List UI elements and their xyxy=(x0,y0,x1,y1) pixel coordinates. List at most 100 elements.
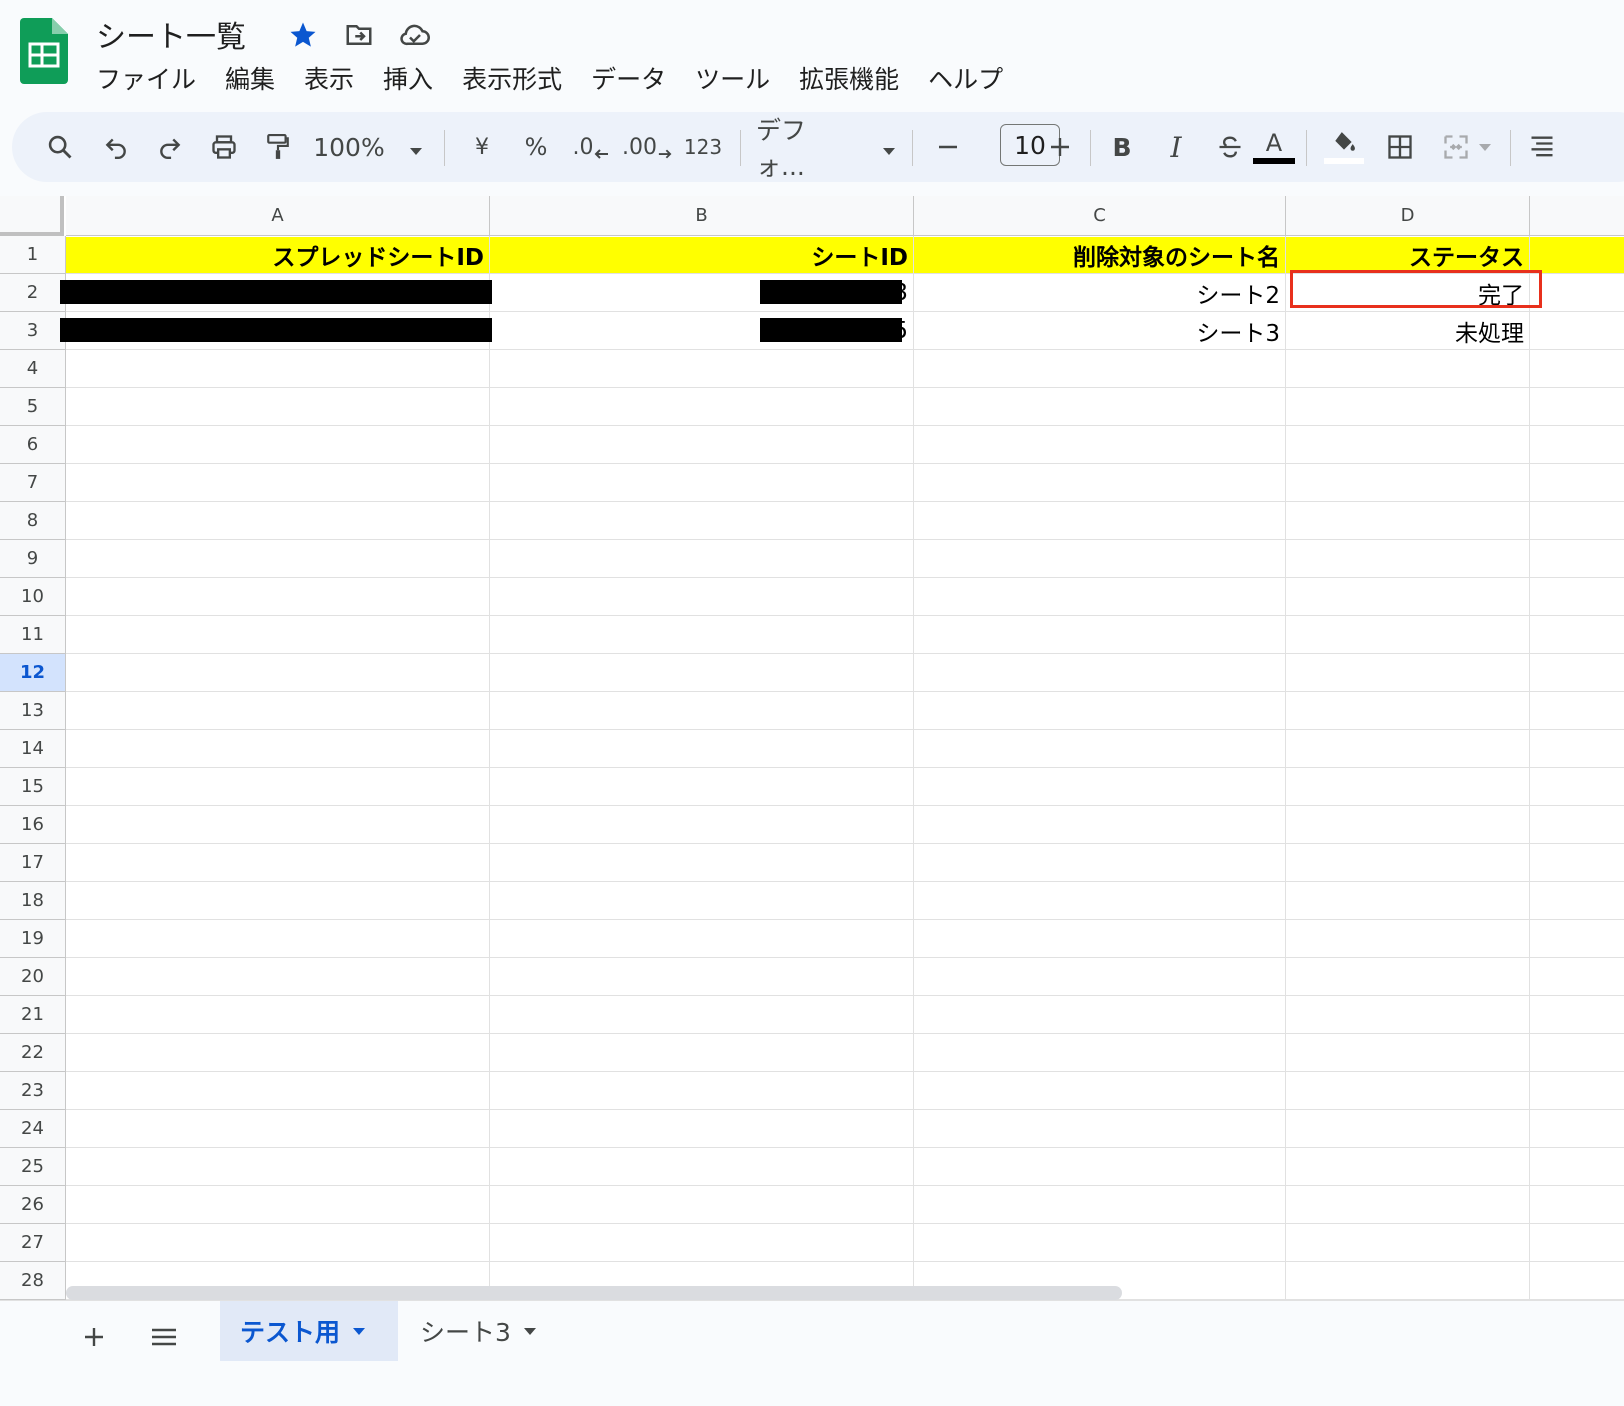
move-to-folder-icon[interactable] xyxy=(342,18,376,52)
more-formats-button[interactable]: 123 xyxy=(678,112,728,182)
cloud-status-icon[interactable] xyxy=(398,18,432,52)
gridline xyxy=(489,236,490,1324)
star-icon[interactable] xyxy=(286,18,320,52)
currency-format-button[interactable]: ¥ xyxy=(462,112,502,182)
gridline xyxy=(66,1109,1624,1110)
row-header[interactable]: 19 xyxy=(0,920,66,958)
sheet-tab-bar: テスト用 シート3 xyxy=(0,1300,1624,1406)
decrease-font-size-icon[interactable] xyxy=(928,112,968,182)
row-header[interactable]: 15 xyxy=(0,768,66,806)
print-icon[interactable] xyxy=(204,112,244,182)
row-header[interactable]: 10 xyxy=(0,578,66,616)
chevron-down-icon xyxy=(523,1328,536,1335)
row-header[interactable]: 14 xyxy=(0,730,66,768)
cell-a1[interactable]: スプレッドシートID xyxy=(66,236,490,274)
redaction-bar xyxy=(60,318,492,342)
column-header-a[interactable]: A xyxy=(66,196,490,236)
chevron-down-icon xyxy=(353,1328,366,1335)
row-header[interactable]: 17 xyxy=(0,844,66,882)
row-header[interactable]: 9 xyxy=(0,540,66,578)
row-header[interactable]: 16 xyxy=(0,806,66,844)
select-all-corner[interactable] xyxy=(0,196,64,236)
decrease-decimal-button[interactable]: .0 xyxy=(568,112,614,182)
toolbar-divider xyxy=(912,130,913,166)
row-header[interactable]: 26 xyxy=(0,1186,66,1224)
search-menus-icon[interactable] xyxy=(40,112,80,182)
row-header[interactable]: 12 xyxy=(0,654,66,692)
sheet-tab-label: テスト用 xyxy=(240,1318,341,1347)
cell-c1[interactable]: 削除対象のシート名 xyxy=(914,236,1286,274)
undo-icon[interactable] xyxy=(96,112,136,182)
cell-d1[interactable]: ステータス xyxy=(1286,236,1530,274)
gridline xyxy=(66,653,1624,654)
italic-button[interactable]: I xyxy=(1156,112,1196,182)
menu-format[interactable]: 表示形式 xyxy=(462,60,562,96)
increase-font-size-icon[interactable] xyxy=(1040,112,1080,182)
row-header[interactable]: 13 xyxy=(0,692,66,730)
row-header[interactable]: 8 xyxy=(0,502,66,540)
row-header[interactable]: 23 xyxy=(0,1072,66,1110)
column-header-c[interactable]: C xyxy=(914,196,1286,236)
bold-button[interactable]: B xyxy=(1102,112,1142,182)
menu-view[interactable]: 表示 xyxy=(304,60,354,96)
row-header[interactable]: 5 xyxy=(0,388,66,426)
strikethrough-icon[interactable] xyxy=(1210,112,1250,182)
row-header[interactable]: 24 xyxy=(0,1110,66,1148)
merge-cells-icon[interactable] xyxy=(1432,112,1502,182)
redaction-bar xyxy=(760,318,902,342)
menu-insert[interactable]: 挿入 xyxy=(383,60,433,96)
spreadsheet-grid[interactable]: A B C D 1 2 3 4 5 6 7 8 9 10 11 12 13 14 15 16 17 18 19 20 2… xyxy=(0,196,1624,1324)
row-header[interactable]: 20 xyxy=(0,958,66,996)
text-color-button[interactable]: A xyxy=(1252,112,1296,182)
row-header[interactable]: 4 xyxy=(0,350,66,388)
column-header-e[interactable] xyxy=(1530,196,1624,236)
zoom-select[interactable]: 100% xyxy=(308,112,428,182)
gridline xyxy=(66,539,1624,540)
increase-decimal-button[interactable]: .00 xyxy=(622,112,672,182)
percent-format-button[interactable]: % xyxy=(516,112,556,182)
menu-tools[interactable]: ツール xyxy=(695,60,770,96)
column-header-b[interactable]: B xyxy=(490,196,914,236)
row-header[interactable]: 7 xyxy=(0,464,66,502)
cell-c3[interactable]: シート3 xyxy=(914,312,1286,350)
document-title[interactable]: シート一覧 xyxy=(96,12,246,56)
cell-d3[interactable]: 未処理 xyxy=(1286,312,1530,350)
fill-color-icon[interactable] xyxy=(1322,112,1366,182)
row-header[interactable]: 21 xyxy=(0,996,66,1034)
row-header[interactable]: 28 xyxy=(0,1262,66,1300)
row-header[interactable]: 11 xyxy=(0,616,66,654)
row-header[interactable]: 6 xyxy=(0,426,66,464)
row-header[interactable]: 1 xyxy=(0,236,66,274)
add-sheet-icon[interactable] xyxy=(74,1317,114,1357)
menu-file[interactable]: ファイル xyxy=(96,60,196,96)
gridline xyxy=(66,425,1624,426)
sheet-tab[interactable]: シート3 xyxy=(400,1301,560,1361)
gridline xyxy=(66,1261,1624,1262)
all-sheets-menu-icon[interactable] xyxy=(144,1317,184,1357)
menu-extensions[interactable]: 拡張機能 xyxy=(799,60,899,96)
horizontal-scrollbar[interactable] xyxy=(66,1286,1122,1300)
toolbar-divider xyxy=(1510,130,1511,166)
horizontal-align-icon[interactable] xyxy=(1520,112,1564,182)
gridline xyxy=(66,881,1624,882)
redaction-bar xyxy=(760,280,902,304)
font-family-select[interactable]: デフォ... xyxy=(756,112,896,182)
menu-help[interactable]: ヘルプ xyxy=(928,60,1003,96)
sheet-tab-active[interactable]: テスト用 xyxy=(220,1301,398,1361)
cell-b1[interactable]: シートID xyxy=(490,236,914,274)
row-header[interactable]: 2 xyxy=(0,274,66,312)
row-header[interactable]: 22 xyxy=(0,1034,66,1072)
borders-icon[interactable] xyxy=(1380,112,1420,182)
gridline xyxy=(66,615,1624,616)
sheets-logo-icon[interactable] xyxy=(20,18,68,84)
redo-icon[interactable] xyxy=(150,112,190,182)
column-header-d[interactable]: D xyxy=(1286,196,1530,236)
row-header[interactable]: 27 xyxy=(0,1224,66,1262)
paint-format-icon[interactable] xyxy=(258,112,298,182)
row-header[interactable]: 18 xyxy=(0,882,66,920)
cell-c2[interactable]: シート2 xyxy=(914,274,1286,312)
row-header[interactable]: 3 xyxy=(0,312,66,350)
menu-data[interactable]: データ xyxy=(591,60,666,96)
menu-edit[interactable]: 編集 xyxy=(225,60,275,96)
row-header[interactable]: 25 xyxy=(0,1148,66,1186)
